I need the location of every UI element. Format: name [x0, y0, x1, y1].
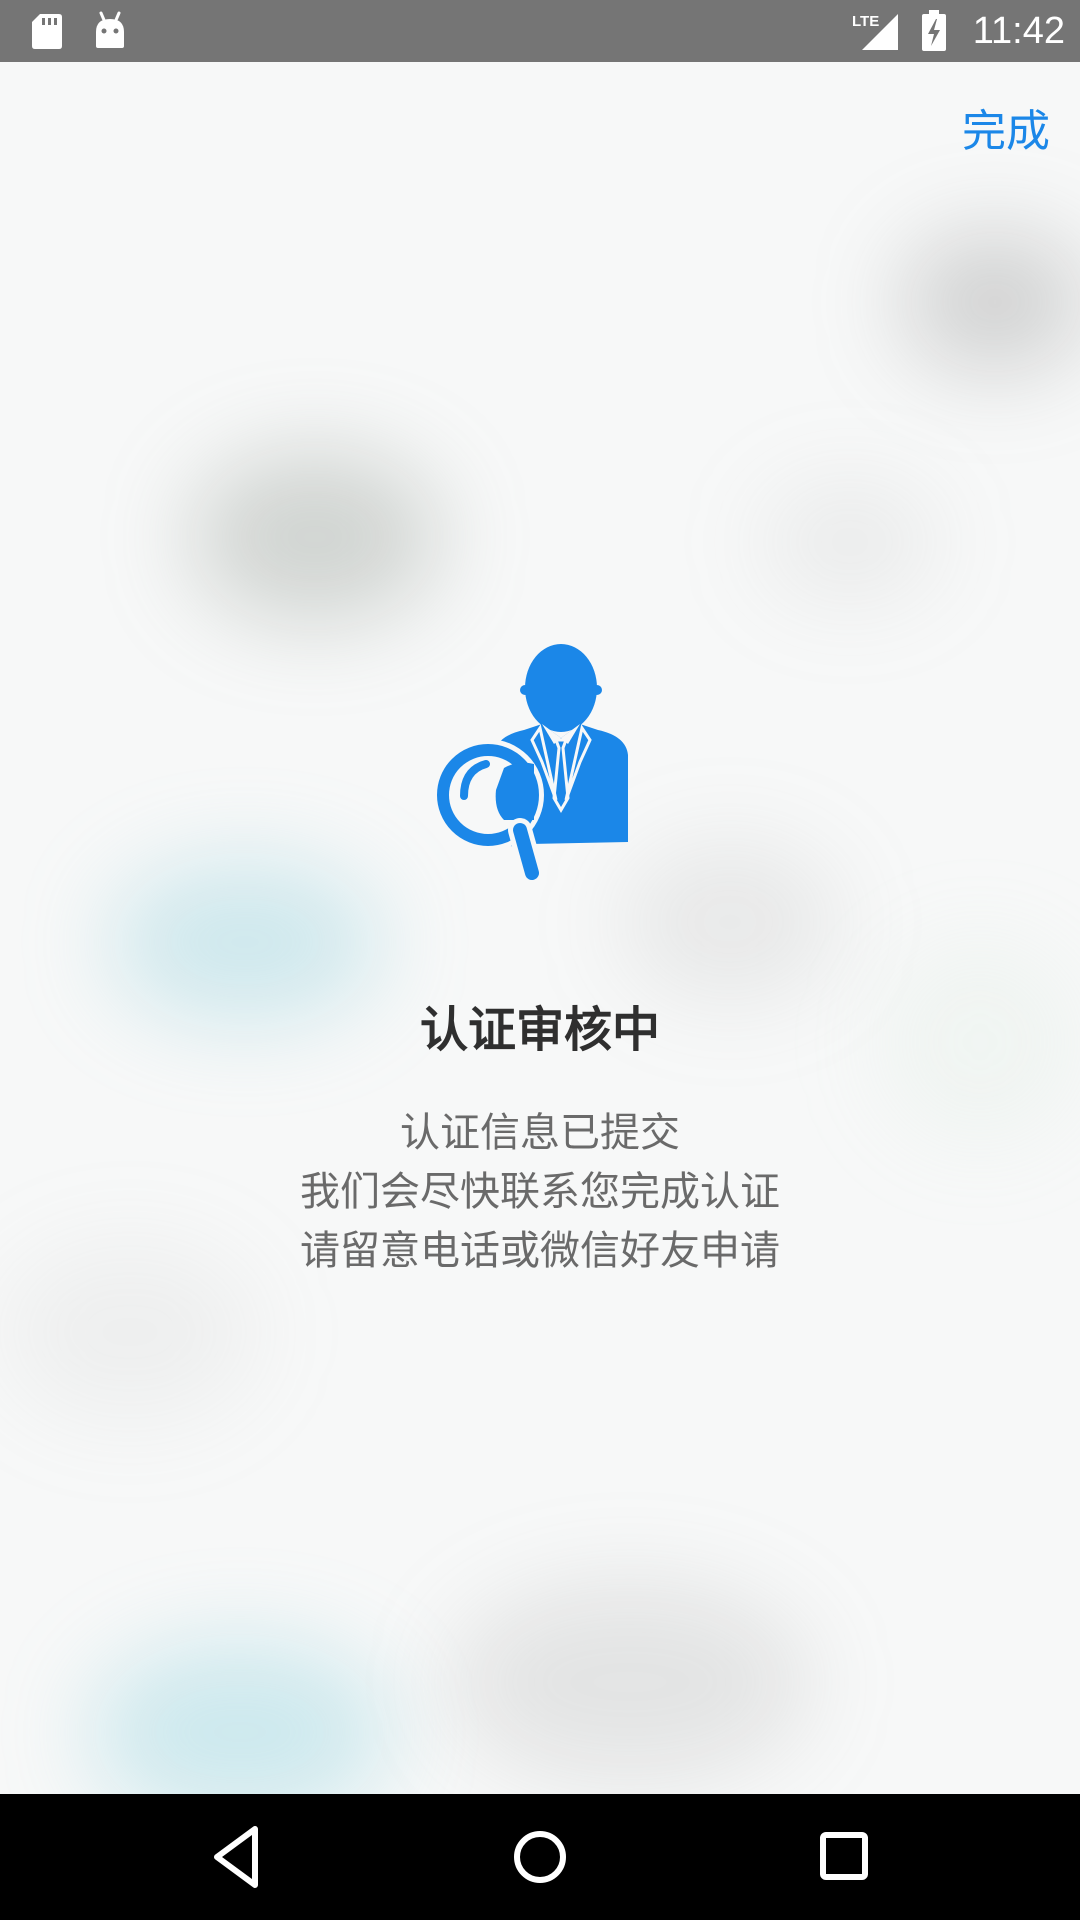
done-button[interactable]: 完成	[930, 100, 1050, 164]
lte-signal-icon: LTE	[852, 13, 898, 50]
message-line: 我们会尽快联系您完成认证	[300, 1169, 780, 1215]
lte-label: LTE	[852, 13, 879, 30]
status-message: 认证信息已提交 我们会尽快联系您完成认证 请留意电话或微信好友申请	[0, 1104, 1080, 1281]
background-blur	[90, 1642, 390, 1794]
home-icon[interactable]	[508, 1822, 572, 1892]
user-search-icon	[432, 644, 628, 885]
background-blur	[620, 842, 840, 1002]
message-line: 认证信息已提交	[400, 1110, 680, 1156]
message-line: 请留意电话或微信好友申请	[300, 1228, 780, 1274]
background-blur	[190, 452, 440, 622]
navigation-bar	[0, 1794, 1080, 1920]
main-content	[0, 62, 1080, 1794]
page-title: 认证审核中	[419, 1002, 660, 1058]
recents-icon[interactable]	[812, 1824, 876, 1888]
status-time: 11:42	[972, 10, 1065, 52]
back-icon[interactable]	[205, 1821, 269, 1893]
android-icon	[96, 11, 124, 48]
background-blur	[900, 232, 1080, 372]
sd-card-icon	[32, 14, 62, 49]
background-blur	[450, 1582, 810, 1782]
status-bar: LTE 11:42	[0, 0, 1080, 62]
background-blur	[760, 482, 940, 602]
battery-charging-icon	[922, 10, 946, 51]
